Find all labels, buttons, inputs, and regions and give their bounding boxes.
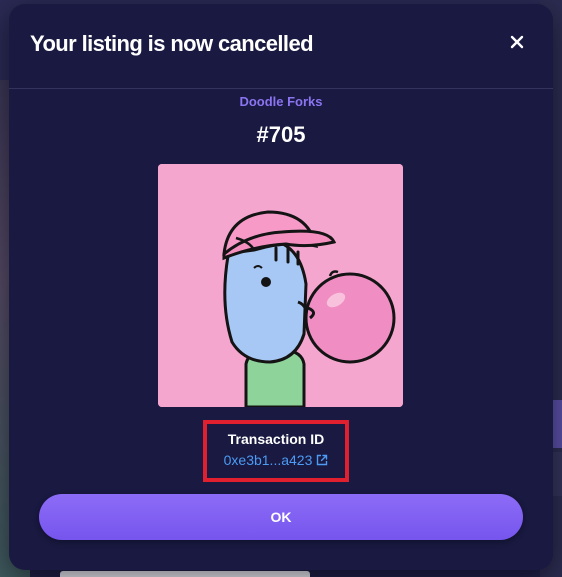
- ok-button[interactable]: OK: [39, 494, 523, 540]
- header-divider: [9, 88, 553, 89]
- background-footer-bar: [60, 571, 310, 577]
- transaction-id-label: Transaction ID: [227, 431, 325, 447]
- external-link-icon: [317, 454, 328, 466]
- listing-cancelled-modal: Your listing is now cancelled Doodle For…: [9, 4, 553, 570]
- close-button[interactable]: [505, 30, 529, 54]
- transaction-hash-link[interactable]: 0xe3b1...a423: [224, 452, 329, 468]
- transaction-highlight: Transaction ID 0xe3b1...a423: [203, 420, 349, 482]
- token-id: #705: [256, 122, 306, 147]
- nft-artwork: [158, 164, 403, 407]
- transaction-hash: 0xe3b1...a423: [223, 452, 313, 468]
- close-icon: [510, 35, 524, 49]
- nft-image: [158, 164, 403, 407]
- collection-name: Doodle Forks: [239, 94, 323, 109]
- modal-title: Your listing is now cancelled: [30, 31, 314, 56]
